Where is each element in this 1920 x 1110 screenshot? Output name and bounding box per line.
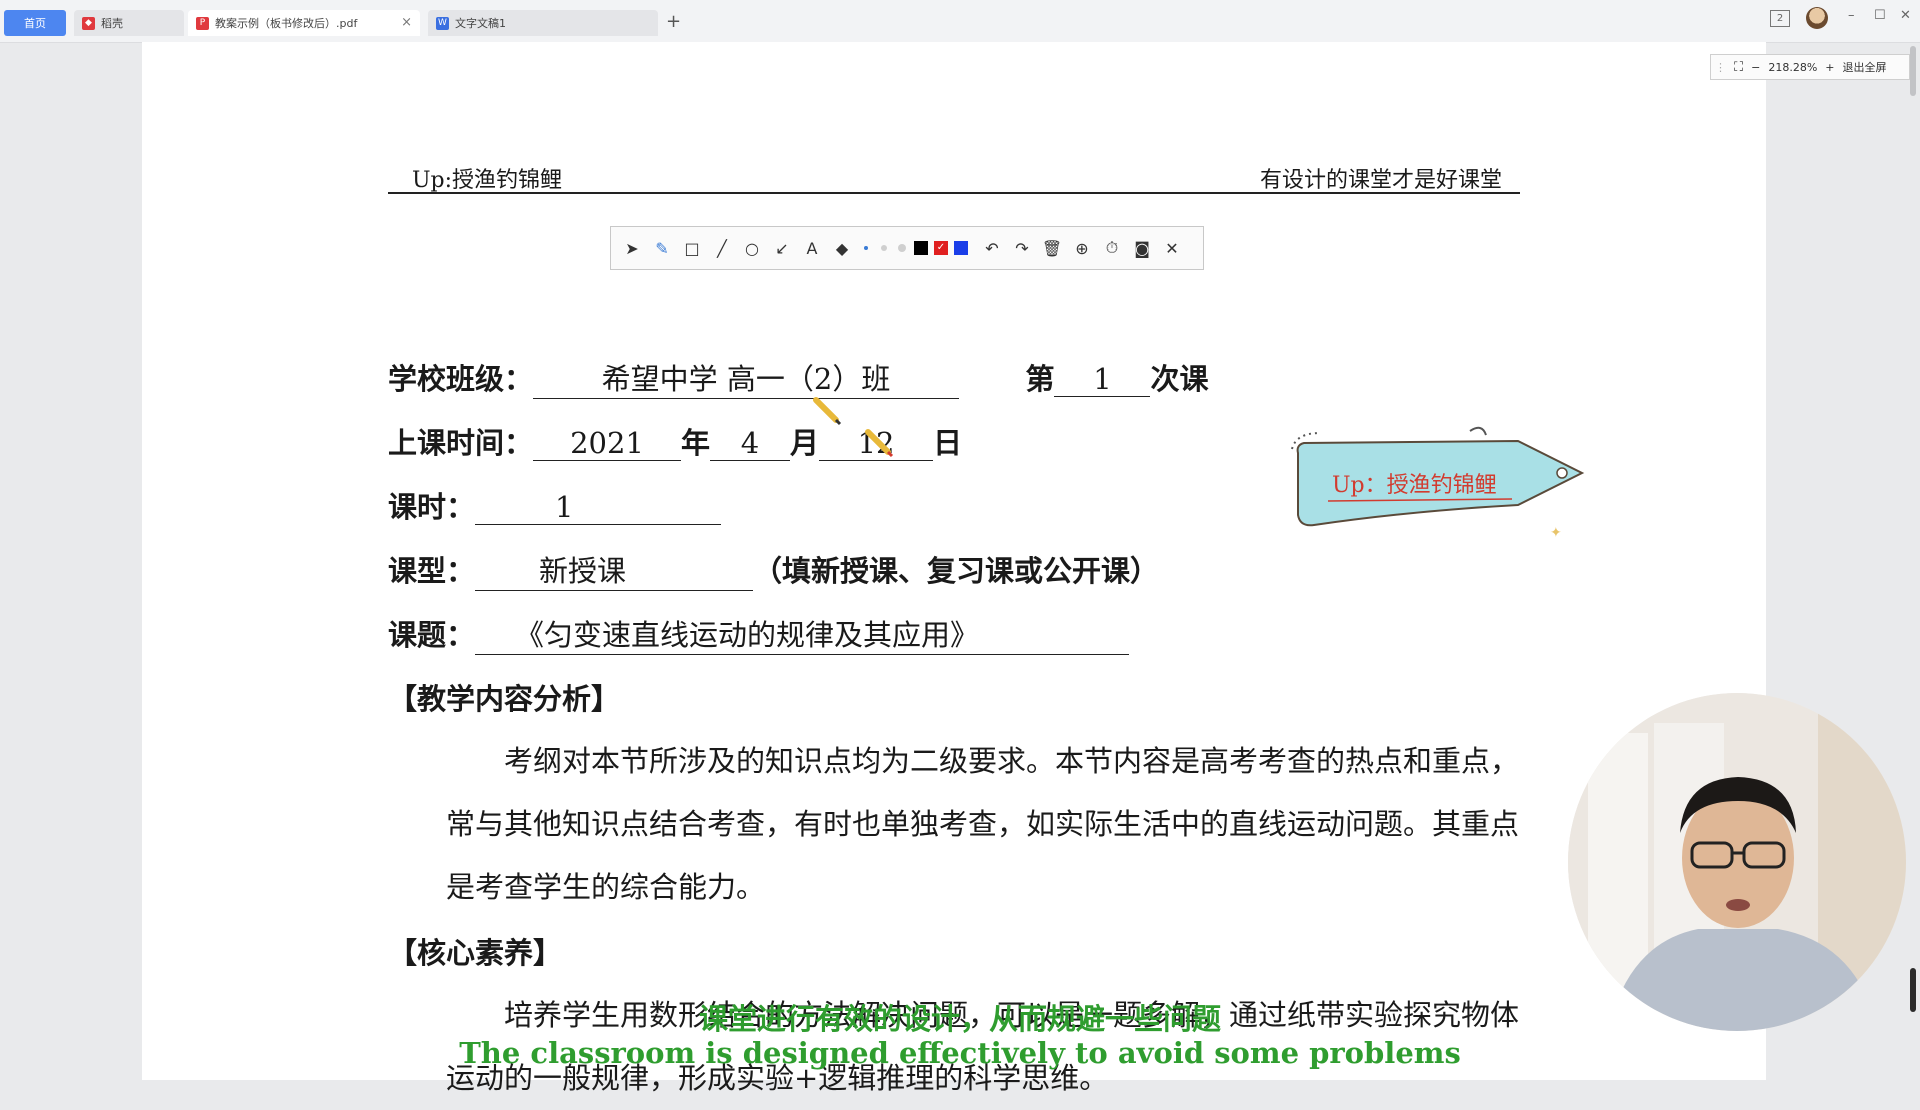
header-rule [388,192,1520,194]
school-value: 希望中学 高一（2）班 [533,356,960,399]
subtitle-english: The classroom is designed effectively to… [459,1036,1461,1070]
close-window-button[interactable]: ✕ [1900,8,1911,23]
school-label: 学校班级： [388,362,534,396]
eraser-tool-icon[interactable]: ◆ [827,233,857,263]
tab-home[interactable]: 首页 [4,10,66,36]
user-avatar[interactable] [1806,7,1828,29]
webcam-overlay [1568,693,1906,1031]
section-teaching-analysis: 【教学内容分析】 [388,682,621,716]
tab-label: 稻壳 [101,17,123,30]
undo-icon[interactable]: ↶ [977,233,1007,263]
redo-icon[interactable]: ↷ [1007,233,1037,263]
hours-value: 1 [475,490,722,525]
logo-sticker: ✦ Up：授渔钓锦鲤 [1290,425,1590,545]
close-tab-icon[interactable]: × [401,15,412,30]
sticker-text: Up：授渔钓锦鲤 [1332,473,1497,498]
select-tool-icon[interactable]: ➤ [617,233,647,263]
nth-value: 1 [1054,362,1151,397]
timer-icon[interactable]: ⏱ [1097,233,1127,263]
row-hours: 课时： 1 [388,484,722,526]
annotation-toolbar: ➤ ✎ □ ╱ ○ ↙ A ◆ ✓ ↶ ↷ 🗑 ⊕ ⏱ ◙ ✕ [610,226,1204,270]
new-tab-button[interactable]: + [666,11,681,32]
window-count-badge[interactable]: 2 [1770,10,1790,27]
hours-label: 课时： [388,490,476,524]
paragraph-analysis: 考纲对本节所涉及的知识点均为二级要求。本节内容是高考考查的热点和重点，常与其他知… [446,744,1520,904]
header-left: Up:授渔钓锦鲤 [412,168,563,193]
stroke-large-icon[interactable] [893,233,911,263]
pencil-cursor-icon [813,397,842,426]
zoom-tool-icon[interactable]: ⊕ [1067,233,1097,263]
writer-icon: W [436,16,449,30]
topic-value: 《匀变速直线运动的规律及其应用》 [475,612,1130,655]
delete-icon[interactable]: 🗑 [1037,233,1067,263]
screenshot-icon[interactable]: ◙ [1127,233,1157,263]
color-blue-swatch[interactable] [954,241,968,255]
tab-writer-document[interactable]: W 文字文稿1 [428,10,658,36]
zoom-out-button[interactable]: − [1747,61,1764,74]
minimize-button[interactable]: – [1848,8,1855,23]
stroke-small-icon[interactable] [857,233,875,263]
topic-label: 课题： [388,618,476,652]
vertical-scrollbar[interactable] [1908,44,1918,1080]
maximize-button[interactable]: ☐ [1874,8,1886,23]
month-unit: 月 [790,426,820,460]
pen-tool-icon[interactable]: ✎ [647,233,677,263]
section-core-literacy: 【核心素养】 [388,936,563,970]
tab-label: 教案示例（板书修改后）.pdf [215,17,358,30]
scrollbar-thumb[interactable] [1910,46,1916,96]
month-value: 4 [710,426,791,461]
arrow-tool-icon[interactable]: ↙ [767,233,797,263]
tab-label: 文字文稿1 [455,17,506,30]
tab-pdf-document[interactable]: P 教案示例（板书修改后）.pdf × [188,10,420,36]
row-school: 学校班级： 希望中学 高一（2）班 第 1 次课 [388,356,1208,399]
tab-docer[interactable]: ◆ 稻壳 [74,10,184,36]
type-hint: （填新授课、复习课或公开课） [753,554,1160,588]
rectangle-tool-icon[interactable]: □ [677,233,707,263]
tab-home-label: 首页 [24,17,46,30]
zoom-in-button[interactable]: + [1821,61,1838,74]
day-unit: 日 [933,426,963,460]
fit-screen-icon[interactable]: ⛶ [1730,60,1747,75]
zoom-level: 218.28% [1768,60,1818,74]
line-tool-icon[interactable]: ╱ [707,233,737,263]
document-content: Up:授渔钓锦鲤 有设计的课堂才是好课堂 学校班级： 希望中学 高一（2）班 第1… [142,42,1766,1095]
pdf-icon: P [196,16,209,30]
nth-pre: 第 [1025,362,1055,396]
row-type: 课型： 新授课 （填新授课、复习课或公开课） [388,548,1159,591]
exit-fullscreen-button[interactable]: 退出全屏 [1839,59,1891,75]
time-label: 上课时间： [388,426,534,460]
pdf-page: Up:授渔钓锦鲤 有设计的课堂才是好课堂 学校班级： 希望中学 高一（2）班 第1… [142,42,1766,1095]
zoom-widget: ⋮ ⛶ − 218.28% + 退出全屏 [1710,54,1910,80]
text-tool-icon[interactable]: A [797,233,827,263]
type-label: 课型： [388,554,476,588]
zoom-grip-icon: ⋮ [1715,60,1726,74]
subtitle-chinese: 课堂进行有效的设计，从而规避一些问题 [698,1002,1221,1036]
presenter-video [1568,693,1906,1031]
year-unit: 年 [681,426,711,460]
row-topic: 课题： 《匀变速直线运动的规律及其应用》 [388,612,1130,655]
stroke-medium-icon[interactable] [875,233,893,263]
close-toolbar-icon[interactable]: ✕ [1157,233,1187,263]
year-value: 2021 [533,426,682,461]
type-value: 新授课 [475,548,754,591]
color-black-swatch[interactable] [914,241,928,255]
pencil-cursor-icon [865,429,894,458]
tab-bar: 首页 ◆ 稻壳 P 教案示例（板书修改后）.pdf × W 文字文稿1 + 2 … [0,0,1920,43]
header-right: 有设计的课堂才是好课堂 [1259,168,1502,193]
nth-post: 次课 [1150,362,1209,396]
svg-text:✦: ✦ [1550,525,1562,541]
circle-tool-icon[interactable]: ○ [737,233,767,263]
color-red-swatch[interactable]: ✓ [934,241,948,255]
docer-icon: ◆ [82,16,95,30]
